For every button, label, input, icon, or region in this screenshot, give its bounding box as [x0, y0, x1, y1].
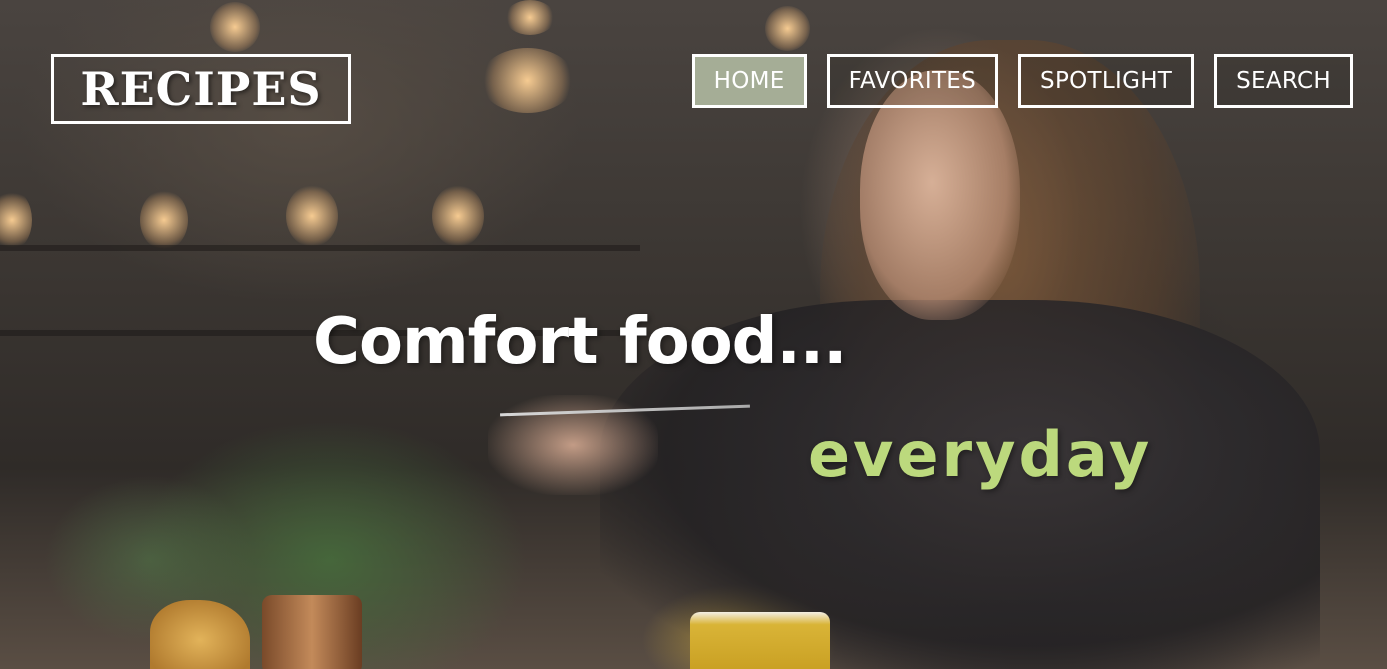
- bread: [150, 600, 250, 669]
- background-light: [765, 6, 810, 51]
- background-light: [286, 185, 338, 247]
- site-logo[interactable]: RECIPES: [51, 54, 351, 124]
- background-light: [480, 48, 575, 113]
- hero-subheadline: everyday: [808, 418, 1153, 491]
- hero-headline: Comfort food...: [313, 305, 847, 379]
- copper-pot: [262, 595, 362, 669]
- coffee-cup: [690, 612, 830, 669]
- nav-favorites-button[interactable]: FAVORITES: [826, 54, 999, 108]
- nav-search-button[interactable]: SEARCH: [1214, 54, 1353, 108]
- background-shelf: [0, 245, 640, 251]
- nav-home-button[interactable]: HOME: [691, 54, 807, 108]
- background-light: [505, 0, 555, 35]
- main-nav: HOME FAVORITES SPOTLIGHT SEARCH: [691, 54, 1353, 108]
- background-light: [0, 190, 32, 250]
- hero-section: RECIPES HOME FAVORITES SPOTLIGHT SEARCH …: [0, 0, 1387, 669]
- background-light: [432, 185, 484, 247]
- background-light: [210, 2, 260, 52]
- background-light: [140, 190, 188, 250]
- nav-spotlight-button[interactable]: SPOTLIGHT: [1018, 54, 1195, 108]
